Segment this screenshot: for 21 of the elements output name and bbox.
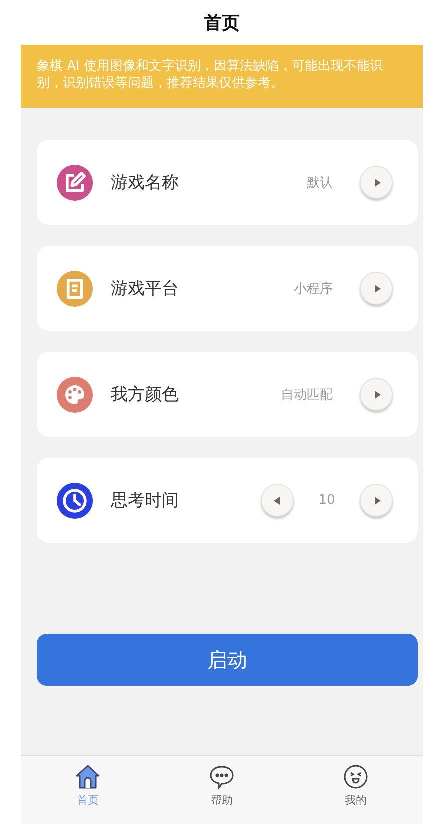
start-button[interactable]: 启动 [37, 634, 418, 686]
next-button[interactable] [360, 166, 393, 199]
next-button[interactable] [360, 272, 393, 305]
page-title: 首页 [204, 12, 240, 34]
increase-button[interactable] [360, 484, 393, 517]
stepper-value: 10 [318, 493, 336, 508]
next-button[interactable] [360, 378, 393, 411]
setting-value: 自动匹配 [281, 386, 333, 404]
tab[interactable]: 帮助 [155, 764, 289, 808]
setting-label: 思考时间 [111, 490, 180, 512]
notice-banner: 象棋 AI 使用图像和文字识别，因算法缺陷，可能出现不能识别，识别错误等问题，推荐结果仅供参考。 [21, 45, 423, 108]
decrease-button[interactable] [261, 484, 294, 517]
setting-label: 游戏名称 [111, 172, 180, 194]
setting-value: 默认 [307, 174, 333, 192]
face-icon [343, 764, 369, 790]
chat-bubble-icon [209, 764, 235, 790]
tab[interactable]: 我的 [289, 764, 423, 808]
setting-value: 小程序 [294, 280, 333, 298]
setting-label: 游戏平台 [111, 278, 180, 300]
house-icon [75, 764, 101, 790]
setting-label: 我方颜色 [111, 384, 180, 406]
